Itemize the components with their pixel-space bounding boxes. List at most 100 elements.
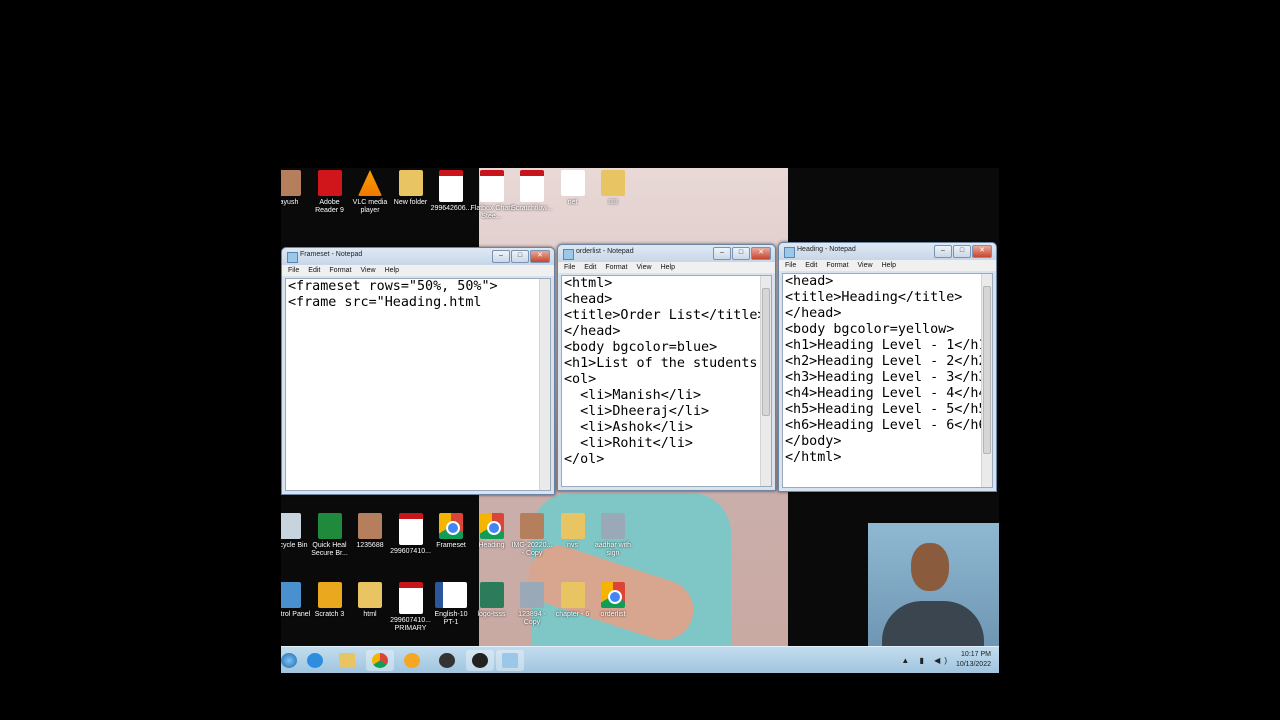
close-button[interactable]: ✕ <box>751 247 771 260</box>
menu-file[interactable]: File <box>288 267 299 274</box>
menu-view[interactable]: View <box>858 262 873 269</box>
start-button[interactable] <box>281 650 303 671</box>
obs-studio-icon[interactable] <box>466 650 494 671</box>
internet-explorer-icon[interactable] <box>301 650 329 671</box>
window-title: orderlist - Notepad <box>576 248 634 255</box>
desktop-icon[interactable]: logo-tsss <box>470 582 514 619</box>
desktop-icon[interactable]: Flatbox Chart Stee... <box>470 170 514 221</box>
desktop-icon[interactable]: Recycle Bin <box>281 513 311 550</box>
menu-edit[interactable]: Edit <box>308 267 320 274</box>
menu-help[interactable]: Help <box>882 262 896 269</box>
img-icon <box>520 582 544 608</box>
title-bar[interactable]: Frameset - Notepad – □ ✕ <box>282 248 554 265</box>
text-editor-area[interactable]: <html> <head> <title>Order List</title> … <box>561 275 772 487</box>
scrollbar-thumb[interactable] <box>983 286 991 455</box>
desktop-icon[interactable]: ayush <box>281 170 311 207</box>
desktop-icon[interactable]: 299607410... <box>389 513 433 556</box>
desktop-icon-label: net <box>567 199 578 206</box>
chrome-icon[interactable] <box>366 650 394 671</box>
media-player-icon[interactable] <box>398 650 426 671</box>
title-bar[interactable]: Heading - Notepad – □ ✕ <box>779 243 996 260</box>
clock-date: 10/13/2022 <box>955 661 991 668</box>
desktop-icon-label: 299642606... <box>430 205 472 212</box>
desktop-icon[interactable]: New folder <box>389 170 433 207</box>
notepad-taskbar-icon[interactable] <box>496 650 524 671</box>
desktop-icon[interactable]: Scratch 3 <box>308 582 352 619</box>
desktop-icon[interactable]: orderlist <box>591 582 635 619</box>
vertical-scrollbar[interactable] <box>760 276 771 486</box>
maximize-button[interactable]: □ <box>732 247 750 260</box>
minimize-button[interactable]: – <box>713 247 731 260</box>
folder-icon <box>398 170 423 196</box>
desktop-icon[interactable]: Quick Heal Secure Br... <box>308 513 352 558</box>
menu-help[interactable]: Help <box>385 267 399 274</box>
folder-icon <box>560 513 585 539</box>
pdf-icon <box>398 513 423 545</box>
adobe-icon <box>317 170 342 196</box>
notepad-window-heading[interactable]: Heading - Notepad – □ ✕ File Edit Format… <box>778 242 997 492</box>
menu-format[interactable]: Format <box>605 264 627 271</box>
text-editor-area[interactable]: <frameset rows="50%, 50%"> <frame src="H… <box>285 278 551 491</box>
menu-format[interactable]: Format <box>329 267 351 274</box>
file-explorer-icon[interactable] <box>333 650 361 671</box>
desktop-icon[interactable]: 123894 - Copy <box>510 582 554 627</box>
menu-help[interactable]: Help <box>661 264 675 271</box>
obs-icon[interactable] <box>433 650 461 671</box>
notepad-icon <box>287 252 298 263</box>
desktop-icon[interactable]: Frameset <box>429 513 473 550</box>
notepad-window-frameset[interactable]: Frameset - Notepad – □ ✕ File Edit Forma… <box>281 247 555 495</box>
desktop-icon[interactable]: html <box>348 582 392 619</box>
desktop-icon[interactable]: 1235688 <box>348 513 392 550</box>
menu-edit[interactable]: Edit <box>805 262 817 269</box>
desktop-icon-label: Heading <box>478 542 505 549</box>
desktop-icon[interactable]: net <box>551 170 595 207</box>
clock[interactable]: 10:17 PM 10/13/2022 <box>956 650 991 670</box>
window-title: Frameset - Notepad <box>300 251 363 258</box>
menu-file[interactable]: File <box>564 264 575 271</box>
desktop-icon[interactable]: nvs <box>551 513 595 550</box>
close-button[interactable]: ✕ <box>530 250 550 263</box>
webcam-person-body <box>882 601 984 646</box>
desktop-icon-label: nvs <box>567 542 578 549</box>
menu-format[interactable]: Format <box>826 262 848 269</box>
desktop-icon[interactable]: Heading <box>470 513 514 550</box>
desktop-icon[interactable]: 299642606... <box>429 170 473 213</box>
desktop-icon[interactable]: VLC media player <box>348 170 392 215</box>
desktop-icon[interactable]: Adobe Reader 9 <box>308 170 352 215</box>
desktop-icon[interactable]: IIIII <box>591 170 635 207</box>
desktop-icon[interactable]: chapter - 6 <box>551 582 595 619</box>
system-tray-icons[interactable]: ▲ ▮ ◀) <box>901 656 951 665</box>
text-editor-area[interactable]: <head> <title>Heading</title> </head> <b… <box>782 273 993 488</box>
minimize-button[interactable]: – <box>492 250 510 263</box>
desktop-icon-label: chapter - 6 <box>555 611 590 618</box>
notepad-window-orderlist[interactable]: orderlist - Notepad – □ ✕ File Edit Form… <box>557 244 776 491</box>
doc-icon <box>560 170 585 196</box>
menu-edit[interactable]: Edit <box>584 264 596 271</box>
vertical-scrollbar[interactable] <box>981 274 992 487</box>
desktop-icon-label: IIIII <box>608 199 618 206</box>
logo-icon <box>479 582 504 608</box>
desktop-icon-label: Control Panel <box>281 611 311 618</box>
img-icon <box>601 513 625 539</box>
menu-view[interactable]: View <box>637 264 652 271</box>
scrollbar-thumb[interactable] <box>762 288 770 416</box>
desktop-icon[interactable]: aadhar with sign <box>591 513 635 558</box>
menu-file[interactable]: File <box>785 262 796 269</box>
maximize-button[interactable]: □ <box>953 245 971 258</box>
vertical-scrollbar[interactable] <box>539 279 550 490</box>
maximize-button[interactable]: □ <box>511 250 529 263</box>
minimize-button[interactable]: – <box>934 245 952 258</box>
pdf-icon <box>398 582 423 614</box>
desktop-icon[interactable]: English-10 PT-1 <box>429 582 473 627</box>
chrome-icon <box>479 513 504 539</box>
desktop-icon[interactable]: Control Panel <box>281 582 311 619</box>
title-bar[interactable]: orderlist - Notepad – □ ✕ <box>558 245 775 262</box>
file-content: <frameset rows="50%, 50%"> <frame src="H… <box>288 279 498 310</box>
desktop-icon[interactable]: IMG-20220... - Copy <box>510 513 554 558</box>
close-button[interactable]: ✕ <box>972 245 992 258</box>
pdf-icon <box>439 170 463 202</box>
menu-view[interactable]: View <box>361 267 376 274</box>
desktop-icon-label: English-10 PT-1 <box>434 611 468 626</box>
desktop-icon[interactable]: 299607410... PRIMARY <box>389 582 433 633</box>
desktop-icon[interactable]: Scratchflow... <box>510 170 554 213</box>
